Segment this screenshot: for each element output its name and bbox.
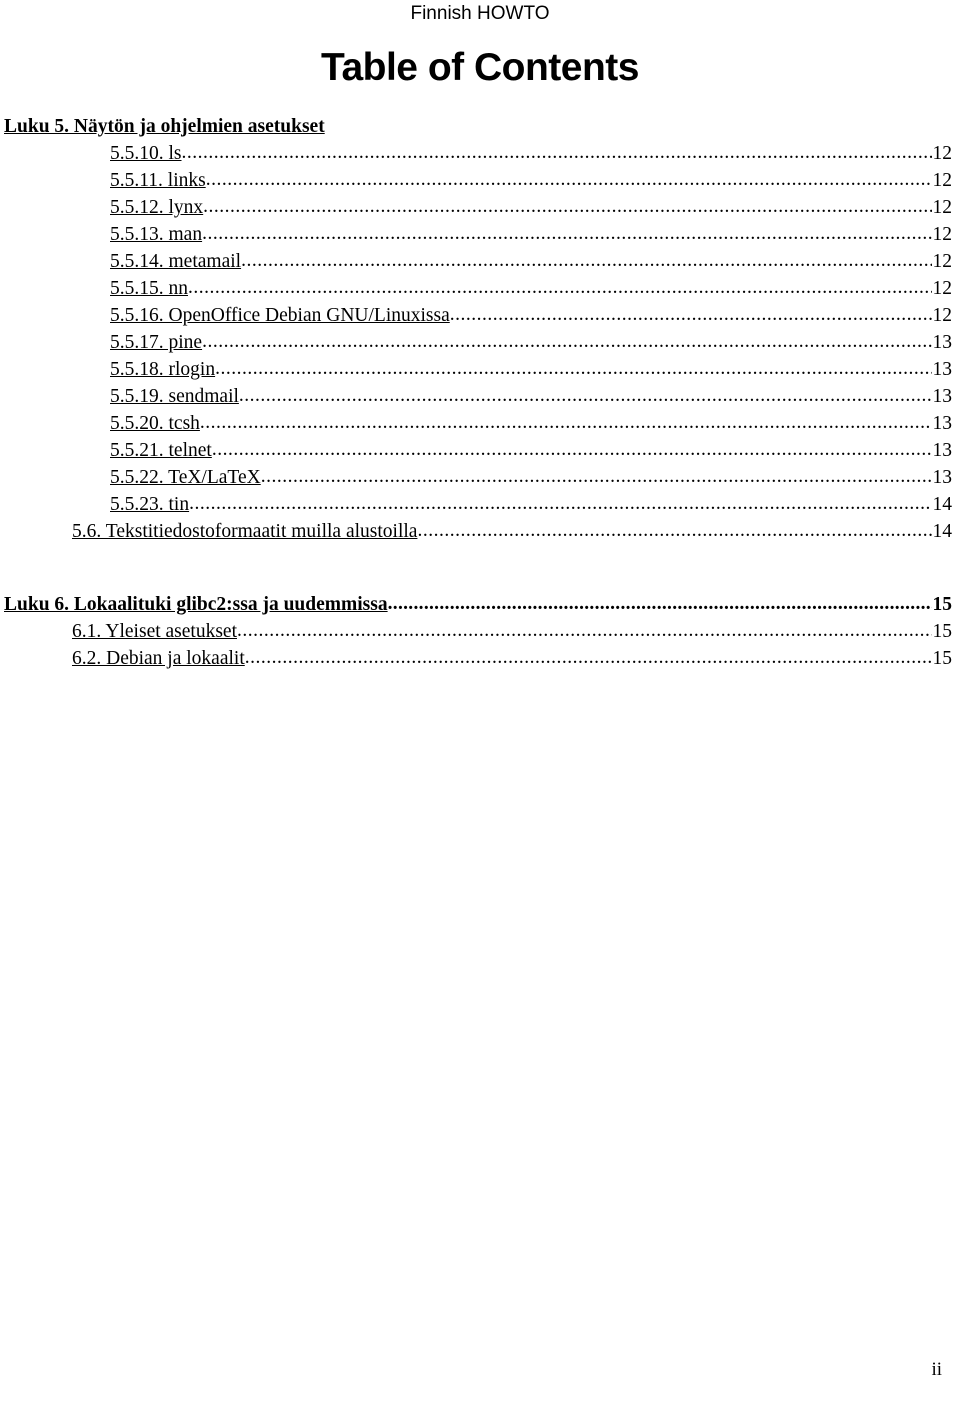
running-header: Finnish HOWTO bbox=[410, 3, 550, 24]
toc-entry[interactable]: 5.5.10. ls 12 bbox=[0, 140, 960, 167]
toc-entry[interactable]: 5.5.18. rlogin 13 bbox=[0, 356, 960, 383]
toc-entry-label: 5.5.18. rlogin bbox=[110, 359, 216, 380]
toc-entry-page-number: 13 bbox=[932, 440, 953, 461]
toc-entry[interactable]: 5.5.12. lynx 12 bbox=[0, 194, 960, 221]
toc-leader-dots bbox=[215, 355, 931, 382]
toc-entry-label: 5.5.11. links bbox=[110, 170, 206, 191]
toc-entry[interactable]: 5.6. Tekstitiedostoformaatit muilla alus… bbox=[0, 518, 960, 545]
toc-leader-dots bbox=[245, 644, 932, 671]
toc-leader-dots bbox=[388, 590, 932, 617]
toc-entry[interactable]: 5.5.19. sendmail 13 bbox=[0, 383, 960, 410]
toc-entry[interactable]: 6.1. Yleiset asetukset 15 bbox=[0, 618, 960, 645]
toc-entry[interactable]: 5.5.14. metamail 12 bbox=[0, 248, 960, 275]
toc-entry[interactable]: Luku 6. Lokaalituki glibc2:ssa ja uudemm… bbox=[0, 591, 960, 618]
toc-entry-page-number: 12 bbox=[932, 170, 953, 191]
toc-entry[interactable]: 5.5.16. OpenOffice Debian GNU/Linuxissa 1… bbox=[0, 302, 960, 329]
toc-entry-label: 5.5.10. ls bbox=[110, 143, 182, 164]
toc-leader-dots bbox=[417, 517, 931, 544]
toc-entry-page-number: 13 bbox=[932, 359, 953, 380]
toc-entry-page-number: 13 bbox=[932, 467, 953, 488]
toc-entry-label: 6.2. Debian ja lokaalit bbox=[72, 648, 245, 669]
toc-entry-page-number: 12 bbox=[932, 143, 953, 164]
toc-leader-dots bbox=[241, 247, 931, 274]
toc-entry-label: 5.5.17. pine bbox=[110, 332, 203, 353]
toc-entry-page-number: 14 bbox=[932, 494, 953, 515]
toc-entry-page-number: 12 bbox=[932, 224, 953, 245]
toc-entry[interactable]: 5.5.11. links 12 bbox=[0, 167, 960, 194]
toc-entry[interactable]: 5.5.20. tcsh 13 bbox=[0, 410, 960, 437]
toc-entry-label: 5.5.15. nn bbox=[110, 278, 188, 299]
toc-entry[interactable]: 5.5.22. TeX/LaTeX 13 bbox=[0, 464, 960, 491]
toc-entry-label: Luku 6. Lokaalituki glibc2:ssa ja uudemm… bbox=[4, 594, 388, 615]
table-of-contents: Luku 5. Näytön ja ohjelmien asetukset 5.5… bbox=[0, 113, 960, 672]
toc-entry-label: 5.5.16. OpenOffice Debian GNU/Linuxissa bbox=[110, 305, 450, 326]
toc-leader-dots bbox=[212, 436, 932, 463]
toc-entry-label: 5.5.13. man bbox=[110, 224, 203, 245]
page-title: Table of Contents bbox=[321, 46, 639, 89]
toc-entry[interactable]: 5.5.17. pine 13 bbox=[0, 329, 960, 356]
toc-entry-page-number: 15 bbox=[932, 621, 953, 642]
toc-leader-dots bbox=[189, 490, 931, 517]
toc-leader-dots bbox=[239, 382, 932, 409]
toc-entry[interactable]: 5.5.15. nn 12 bbox=[0, 275, 960, 302]
toc-entry-label: 6.1. Yleiset asetukset bbox=[72, 621, 237, 642]
toc-entry-label: 5.5.19. sendmail bbox=[110, 386, 239, 407]
toc-leader-dots bbox=[182, 139, 932, 166]
toc-entry[interactable]: Luku 5. Näytön ja ohjelmien asetukset bbox=[0, 113, 960, 140]
toc-leader-dots bbox=[203, 193, 931, 220]
toc-leader-dots bbox=[188, 274, 932, 301]
toc-entry-label: 5.5.12. lynx bbox=[110, 197, 204, 218]
toc-entry-label: Luku 5. Näytön ja ohjelmien asetukset bbox=[4, 116, 325, 137]
toc-entry-page-number: 13 bbox=[932, 332, 953, 353]
toc-entry-page-number: 12 bbox=[932, 197, 953, 218]
toc-entry-label: 5.5.22. TeX/LaTeX bbox=[110, 467, 261, 488]
toc-entry-label: 5.5.14. metamail bbox=[110, 251, 242, 272]
toc-leader-dots bbox=[202, 328, 931, 355]
toc-entry-label: 5.5.23. tin bbox=[110, 494, 190, 515]
toc-entry-page-number: 12 bbox=[932, 251, 953, 272]
toc-entry-page-number: 14 bbox=[932, 521, 953, 542]
toc-leader-dots bbox=[261, 463, 932, 490]
toc-entry-label: 5.5.20. tcsh bbox=[110, 413, 200, 434]
toc-leader-dots bbox=[450, 301, 932, 328]
toc-entry[interactable]: 5.5.21. telnet 13 bbox=[0, 437, 960, 464]
toc-leader-dots bbox=[200, 409, 932, 436]
toc-entry-label: 5.5.21. telnet bbox=[110, 440, 212, 461]
toc-entry-page-number: 12 bbox=[932, 305, 953, 326]
toc-entry-page-number: 13 bbox=[932, 386, 953, 407]
toc-leader-dots bbox=[202, 220, 931, 247]
toc-entry[interactable]: 5.5.23. tin 14 bbox=[0, 491, 960, 518]
toc-entry[interactable]: 6.2. Debian ja lokaalit 15 bbox=[0, 645, 960, 672]
toc-entry-page-number: 15 bbox=[932, 594, 953, 615]
toc-entry[interactable]: 5.5.13. man 12 bbox=[0, 221, 960, 248]
page-folio: ii bbox=[931, 1359, 942, 1380]
toc-leader-dots bbox=[206, 166, 932, 193]
toc-entry-page-number: 13 bbox=[932, 413, 953, 434]
toc-leader-dots bbox=[237, 617, 932, 644]
toc-entry-page-number: 12 bbox=[932, 278, 953, 299]
toc-entry-page-number: 15 bbox=[932, 648, 953, 669]
toc-entry-label: 5.6. Tekstitiedostoformaatit muilla alus… bbox=[72, 521, 418, 542]
